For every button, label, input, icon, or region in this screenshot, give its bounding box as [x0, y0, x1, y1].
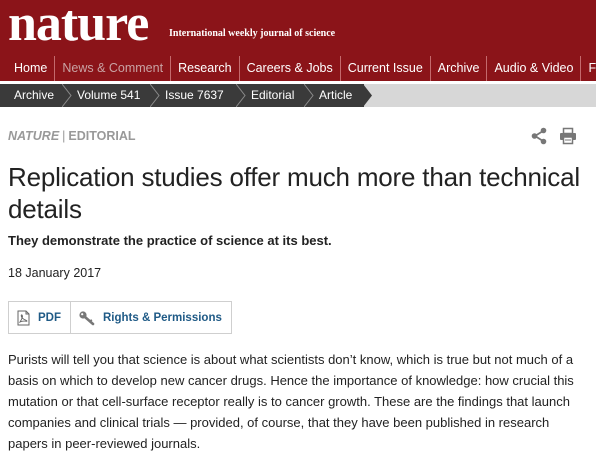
nav-item-research[interactable]: Research [171, 56, 240, 81]
nav-item-news-comment[interactable]: News & Comment [55, 56, 172, 81]
breadcrumb-label: Volume 541 [77, 88, 141, 102]
publication-date: 18 January 2017 [8, 266, 102, 280]
breadcrumb-separator-icon [363, 84, 372, 107]
breadcrumb: Archive Volume 541 Issue 7637 Editorial … [0, 84, 596, 107]
pdf-icon [17, 310, 30, 325]
article-body-paragraph: Purists will tell you that science is ab… [8, 352, 574, 451]
breadcrumb-separator-icon [150, 84, 160, 107]
nature-logo[interactable]: nature [8, 0, 149, 54]
pdf-button[interactable]: PDF [9, 302, 70, 333]
nav-item-archive[interactable]: Archive [431, 56, 488, 81]
breadcrumb-separator-icon [236, 84, 246, 107]
print-icon[interactable] [559, 127, 577, 145]
top-navigation: Home News & Comment Research Careers & J… [0, 56, 596, 81]
rights-label: Rights & Permissions [103, 311, 222, 324]
article-meta: NATURE | EDITORIAL [8, 129, 136, 143]
breadcrumb-separator-icon [62, 84, 72, 107]
breadcrumb-label: Editorial [251, 88, 295, 102]
pdf-label: PDF [38, 311, 61, 324]
nav-item-for-authors[interactable]: For A [581, 56, 596, 81]
tagline: International weekly journal of science [169, 28, 336, 39]
breadcrumb-volume[interactable]: Volume 541 [63, 84, 160, 107]
article-tools: PDF Rights & Permissions [8, 301, 232, 334]
article-standfirst: They demonstrate the practice of science… [8, 233, 332, 248]
meta-separator: | [62, 129, 66, 143]
breadcrumb-editorial[interactable]: Editorial [237, 84, 314, 107]
nav-item-careers-jobs[interactable]: Careers & Jobs [240, 56, 341, 81]
breadcrumb-label: Archive [14, 88, 55, 102]
breadcrumb-archive[interactable]: Archive [0, 84, 72, 107]
breadcrumb-label: Article [319, 88, 353, 102]
rights-permissions-button[interactable]: Rights & Permissions [70, 302, 231, 333]
breadcrumb-issue[interactable]: Issue 7637 [151, 84, 246, 107]
nav-item-audio-video[interactable]: Audio & Video [487, 56, 582, 81]
journal-name[interactable]: NATURE [8, 129, 59, 143]
breadcrumb-separator-icon [304, 84, 314, 107]
nav-item-home[interactable]: Home [0, 56, 56, 81]
article-title: Replication studies offer much more than… [8, 162, 580, 224]
share-icon[interactable] [530, 127, 548, 145]
breadcrumb-label: Issue 7637 [165, 88, 224, 102]
nav-item-current-issue[interactable]: Current Issue [341, 56, 431, 81]
article-section[interactable]: EDITORIAL [68, 129, 135, 143]
key-icon [79, 310, 95, 325]
masthead: nature International weekly journal of s… [0, 0, 596, 81]
